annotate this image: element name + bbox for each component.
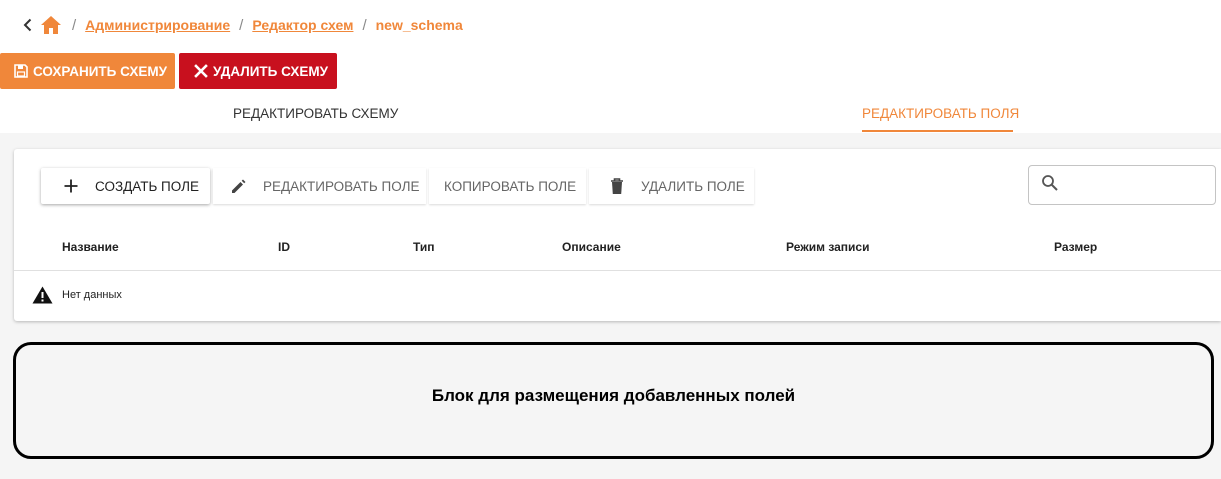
search-icon [1041,174,1059,197]
added-fields-drop-zone[interactable]: Блок для размещения добавленных полей [13,342,1214,459]
breadcrumb-separator: / [239,16,244,34]
plus-icon [61,176,81,196]
warning-icon [32,286,53,304]
create-field-button[interactable]: СОЗДАТЬ ПОЛЕ [41,168,210,204]
trash-icon [607,176,627,196]
save-schema-button[interactable]: СОХРАНИТЬ СХЕМУ [0,53,175,89]
header-area: / Администрирование / Редактор схем / ne… [0,0,1221,133]
search-input[interactable] [1065,177,1221,193]
breadcrumb-link-admin[interactable]: Администрирование [85,17,230,33]
delete-schema-button[interactable]: УДАЛИТЬ СХЕМУ [179,53,337,89]
home-icon[interactable] [40,14,62,36]
create-field-label: СОЗДАТЬ ПОЛЕ [95,178,199,194]
breadcrumb-separator: / [72,16,77,34]
tab-edit-fields[interactable]: РЕДАКТИРОВАТЬ ПОЛЯ [862,106,1019,121]
column-header-type[interactable]: Тип [413,240,435,254]
breadcrumb-link-schema-editor[interactable]: Редактор схем [252,17,353,33]
copy-field-label: КОПИРОВАТЬ ПОЛЕ [444,178,577,194]
floppy-icon [14,64,28,78]
save-schema-label: СОХРАНИТЬ СХЕМУ [33,63,168,79]
breadcrumb-current: new_schema [375,17,463,33]
pencil-icon [229,176,249,196]
breadcrumb: / Администрирование / Редактор схем / ne… [20,14,463,36]
column-header-description[interactable]: Описание [562,240,621,254]
column-header-id[interactable]: ID [278,240,290,254]
header-divider [14,270,1221,271]
breadcrumb-separator: / [362,16,367,34]
chevron-left-icon[interactable] [20,15,34,35]
copy-field-button[interactable]: КОПИРОВАТЬ ПОЛЕ [429,168,586,204]
tab-edit-schema[interactable]: РЕДАКТИРОВАТЬ СХЕМУ [233,106,398,121]
close-icon [194,64,208,78]
empty-state: Нет данных [32,286,122,304]
column-header-name[interactable]: Название [62,240,119,254]
search-box[interactable] [1028,165,1221,205]
fields-card: СОЗДАТЬ ПОЛЕ РЕДАКТИРОВАТЬ ПОЛЕ КОПИРОВА… [14,149,1221,321]
column-header-write-mode[interactable]: Режим записи [786,240,869,254]
active-tab-indicator [862,130,1013,132]
empty-state-text: Нет данных [62,289,122,301]
column-header-size[interactable]: Размер [1054,240,1097,254]
delete-schema-label: УДАЛИТЬ СХЕМУ [213,63,329,79]
edit-field-button[interactable]: РЕДАКТИРОВАТЬ ПОЛЕ [213,168,426,204]
delete-field-button[interactable]: УДАЛИТЬ ПОЛЕ [589,168,754,204]
delete-field-label: УДАЛИТЬ ПОЛЕ [641,178,745,194]
edit-field-label: РЕДАКТИРОВАТЬ ПОЛЕ [263,178,420,194]
drop-zone-label: Блок для размещения добавленных полей [431,385,796,405]
